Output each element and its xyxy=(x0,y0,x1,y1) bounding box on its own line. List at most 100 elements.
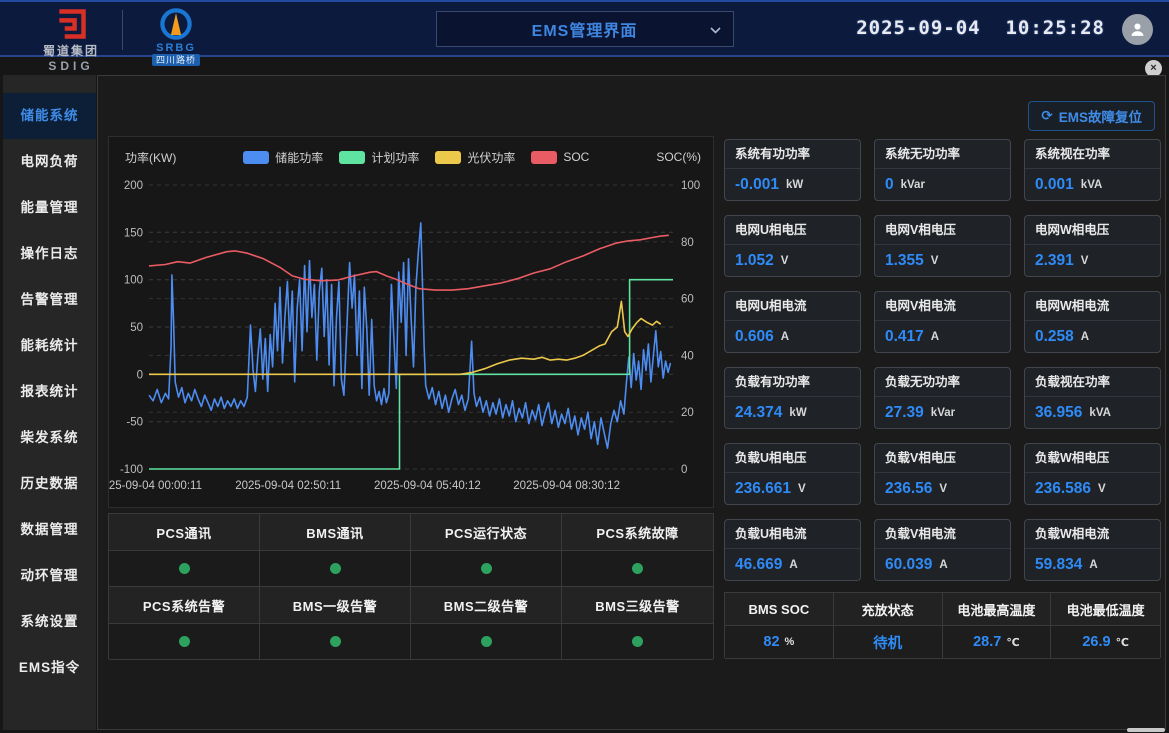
legend-item[interactable]: SOC xyxy=(531,149,589,166)
sidebar-item[interactable]: 操作日志 xyxy=(3,231,96,277)
svg-text:2025-09-04 05:40:12: 2025-09-04 05:40:12 xyxy=(374,480,481,492)
user-avatar[interactable] xyxy=(1122,14,1153,45)
svg-text:150: 150 xyxy=(124,227,143,239)
battery-table-value: 待机 xyxy=(834,626,943,659)
metric-unit: A xyxy=(789,559,797,571)
sidebar-item[interactable]: 动环管理 xyxy=(3,553,96,599)
legend-item[interactable]: 光伏功率 xyxy=(435,149,515,166)
metric-card: 系统无功功率0kVar xyxy=(874,139,1011,201)
sidebar-item[interactable]: EMS指令 xyxy=(3,645,96,691)
page-select-dropdown[interactable]: EMS管理界面 xyxy=(436,11,734,47)
metric-value: 24.374 xyxy=(735,404,782,422)
metric-unit: A xyxy=(1089,559,1097,571)
svg-text:20: 20 xyxy=(681,407,694,419)
metric-unit: kW xyxy=(789,407,806,419)
horizontal-scrollbar[interactable] xyxy=(1127,728,1165,732)
srbg-logo-title: SRBG xyxy=(156,42,196,54)
metric-label: 负载W相电压 xyxy=(1025,444,1160,473)
legend-item[interactable]: 储能功率 xyxy=(243,149,323,166)
battery-table-header: BMS SOC xyxy=(725,593,834,626)
sidebar-item[interactable]: 告警管理 xyxy=(3,277,96,323)
metric-value: 0.417 xyxy=(885,328,924,346)
status-label: BMS三级告警 xyxy=(562,587,713,624)
sidebar-item[interactable]: 数据管理 xyxy=(3,507,96,553)
metric-unit: V xyxy=(1081,255,1089,267)
metric-unit: A xyxy=(931,331,939,343)
sdig-logo-title: 蜀道集团 xyxy=(43,42,99,59)
metric-unit: A xyxy=(1081,331,1089,343)
battery-table-value: 26.9℃ xyxy=(1051,626,1160,659)
srbg-logo-subtitle: 四川路桥 xyxy=(152,54,200,66)
power-chart-panel: 功率(KW) 储能功率计划功率光伏功率SOC SOC(%) 2001501005… xyxy=(108,136,714,508)
sidebar-item[interactable]: 储能系统 xyxy=(3,93,96,139)
status-cell xyxy=(562,551,713,587)
status-cell xyxy=(260,551,411,587)
sidebar-item[interactable]: 能量管理 xyxy=(3,185,96,231)
metric-unit: kW xyxy=(786,179,803,191)
battery-value: 82 xyxy=(763,634,779,650)
header-divider xyxy=(122,10,123,50)
status-cell xyxy=(109,551,260,587)
sidebar-item[interactable]: 能耗统计 xyxy=(3,323,96,369)
line-chart: 200150100500-50-1001008060402002025-09-0… xyxy=(109,173,713,507)
metric-value: 46.669 xyxy=(735,556,782,574)
metric-label: 负载W相电流 xyxy=(1025,520,1160,549)
sdig-logo-subtitle: SDIG xyxy=(48,59,93,73)
svg-text:2025-09-04 02:50:11: 2025-09-04 02:50:11 xyxy=(235,480,341,492)
sidebar-item[interactable]: 历史数据 xyxy=(3,461,96,507)
metric-card: 电网W相电压2.391V xyxy=(1024,215,1161,277)
sidebar-item[interactable]: 报表统计 xyxy=(3,369,96,415)
metric-value: 59.834 xyxy=(1035,556,1082,574)
svg-text:100: 100 xyxy=(681,180,700,192)
metric-card: 系统视在功率0.001kVA xyxy=(1024,139,1161,201)
metric-label: 负载视在功率 xyxy=(1025,368,1160,397)
status-ok-dot xyxy=(179,563,190,574)
header-time: 10:25:28 xyxy=(1005,17,1105,39)
srbg-logo: SRBG 四川路桥 xyxy=(136,7,216,66)
metric-card: 电网V相电压1.355V xyxy=(874,215,1011,277)
legend-swatch xyxy=(243,151,269,164)
status-cell xyxy=(109,624,260,660)
sidebar-item[interactable]: 电网负荷 xyxy=(3,139,96,185)
metric-value: 36.956 xyxy=(1035,404,1082,422)
status-cell xyxy=(260,624,411,660)
sdig-logo: 蜀道集团 SDIG xyxy=(16,7,126,73)
status-ok-dot xyxy=(179,636,190,647)
metric-unit: kVar xyxy=(931,407,955,419)
status-grid: PCS通讯BMS通讯PCS运行状态PCS系统故障PCS系统告警BMS一级告警BM… xyxy=(108,513,714,659)
refresh-icon: ⟳ xyxy=(1041,108,1052,124)
metric-label: 负载U相电压 xyxy=(725,444,860,473)
metric-cards: 系统有功功率-0.001kW系统无功功率0kVar系统视在功率0.001kVA电… xyxy=(724,139,1161,581)
status-label: BMS通讯 xyxy=(260,514,411,551)
status-cell xyxy=(411,624,562,660)
metric-card: 电网U相电压1.052V xyxy=(724,215,861,277)
metric-unit: V xyxy=(781,255,789,267)
status-cell xyxy=(411,551,562,587)
metric-unit: kVar xyxy=(901,179,925,191)
legend-label: 计划功率 xyxy=(371,149,419,166)
metric-value: 27.39 xyxy=(885,404,924,422)
battery-value: 28.7 xyxy=(973,634,1001,650)
header-datetime: 2025-09-04 10:25:28 xyxy=(856,17,1105,39)
metric-value: 0.258 xyxy=(1035,328,1074,346)
metric-unit: kVA xyxy=(1089,407,1111,419)
battery-table-value: 82% xyxy=(725,626,834,659)
status-ok-dot xyxy=(632,636,643,647)
sidebar: 储能系统电网负荷能量管理操作日志告警管理能耗统计报表统计柴发系统历史数据数据管理… xyxy=(3,75,96,730)
svg-text:40: 40 xyxy=(681,350,694,362)
ems-fault-reset-button[interactable]: ⟳ EMS故障复位 xyxy=(1028,101,1155,131)
status-ok-dot xyxy=(330,563,341,574)
metric-value: -0.001 xyxy=(735,176,779,194)
ems-app: 蜀道集团 SDIG SRBG 四川路桥 EMS管理界面 2025-09-04 1… xyxy=(0,0,1169,733)
app-header: 蜀道集团 SDIG SRBG 四川路桥 EMS管理界面 2025-09-04 1… xyxy=(0,0,1169,57)
legend-label: SOC xyxy=(563,150,589,164)
metric-label: 负载有功功率 xyxy=(725,368,860,397)
sidebar-item[interactable]: 系统设置 xyxy=(3,599,96,645)
metric-value: 0 xyxy=(885,176,894,194)
sidebar-item[interactable]: 柴发系统 xyxy=(3,415,96,461)
metric-card: 负载视在功率 36.956 kVA xyxy=(1024,367,1161,429)
legend-item[interactable]: 计划功率 xyxy=(339,149,419,166)
right-axis-label: SOC(%) xyxy=(656,150,701,164)
metric-label: 负载U相电流 xyxy=(725,520,860,549)
metric-label: 电网U相电压 xyxy=(725,216,860,245)
